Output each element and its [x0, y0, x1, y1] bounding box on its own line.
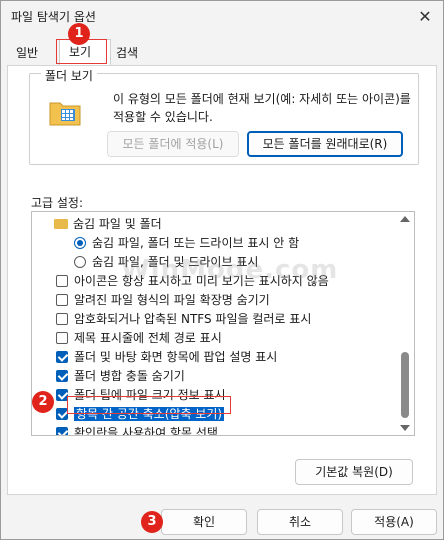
reset-folders-button[interactable]: 모든 폴더를 원래대로(R)	[247, 131, 403, 157]
checkbox-use-checkboxes[interactable]: 확인란을 사용하여 항목 선택	[56, 424, 218, 436]
folder-view-description: 이 유형의 모든 폴더에 현재 보기(예: 자세히 또는 아이콘)를 적용할 수…	[113, 92, 411, 124]
checkbox[interactable]	[56, 313, 68, 325]
checkbox[interactable]	[56, 275, 68, 287]
step-badge-2: 2	[32, 391, 54, 413]
checkbox-label: 제목 표시줄에 전체 경로 표시	[74, 331, 222, 345]
row-highlight-box	[67, 396, 231, 414]
checkbox[interactable]	[56, 294, 68, 306]
checkbox-checked[interactable]	[56, 351, 68, 363]
folder-view-icon	[49, 102, 81, 126]
checkbox-hide-extensions[interactable]: 알려진 파일 형식의 파일 확장명 숨기기	[56, 291, 270, 309]
tree-item-hidden-files-folder: 숨김 파일 및 폴더	[54, 215, 162, 233]
tree-item-label: 숨김 파일 및 폴더	[73, 217, 162, 231]
step-badge-3: 3	[141, 511, 163, 533]
tab-general[interactable]: 일반	[7, 41, 53, 65]
checkbox-label: 확인란을 사용하여 항목 선택	[74, 426, 218, 436]
checkbox-label: 알려진 파일 형식의 파일 확장명 숨기기	[74, 293, 270, 307]
radio-label: 숨김 파일, 폴더 또는 드라이브 표시 안 함	[92, 236, 300, 250]
close-icon[interactable]: ✕	[415, 7, 435, 27]
scroll-up-arrow-icon[interactable]	[400, 216, 410, 222]
checkbox-checked[interactable]	[56, 427, 68, 435]
radio-dont-show-hidden[interactable]: 숨김 파일, 폴더 또는 드라이브 표시 안 함	[74, 234, 299, 252]
window-title: 파일 탐색기 옵션	[11, 10, 96, 24]
vertical-scrollbar[interactable]	[396, 212, 414, 435]
step-badge-1: 1	[68, 23, 90, 45]
checkbox-hide-merge-conflicts[interactable]: 폴더 병합 충돌 숨기기	[56, 367, 185, 385]
checkbox-checked[interactable]	[56, 370, 68, 382]
scroll-down-arrow-icon[interactable]	[400, 425, 410, 431]
file-explorer-options-dialog: 파일 탐색기 옵션 ✕ 일반 보기 검색 폴더 보기 이 유형의 모든 폴더에 …	[0, 0, 444, 540]
apply-button[interactable]: 적용(A)	[351, 509, 437, 535]
ok-button[interactable]: 확인	[161, 509, 247, 535]
title-bar[interactable]: 파일 탐색기 옵션 ✕	[1, 1, 443, 33]
radio-button-selected[interactable]	[74, 237, 86, 249]
cancel-button[interactable]: 취소	[257, 509, 343, 535]
tab-search[interactable]: 검색	[107, 41, 155, 65]
checkbox-label: 폴더 및 바탕 화면 항목에 팝업 설명 표시	[74, 350, 278, 364]
folder-icon	[54, 219, 68, 229]
watermark: WinMode.com	[121, 255, 339, 285]
folder-view-group-label: 폴더 보기	[41, 67, 97, 84]
checkbox-label: 폴더 병합 충돌 숨기기	[74, 369, 185, 383]
apply-to-folders-button[interactable]: 모든 폴더에 적용(L)	[107, 131, 239, 157]
restore-defaults-button[interactable]: 기본값 복원(D)	[295, 459, 413, 485]
checkbox-color-ntfs[interactable]: 암호화되거나 압축된 NTFS 파일을 컬러로 표시	[56, 310, 311, 328]
radio-button[interactable]	[74, 256, 86, 268]
checkbox-full-path-title[interactable]: 제목 표시줄에 전체 경로 표시	[56, 329, 222, 347]
scroll-thumb[interactable]	[401, 352, 409, 418]
checkbox-label: 암호화되거나 압축된 NTFS 파일을 컬러로 표시	[74, 312, 312, 326]
checkbox[interactable]	[56, 332, 68, 344]
checkbox-popup-description[interactable]: 폴더 및 바탕 화면 항목에 팝업 설명 표시	[56, 348, 277, 366]
advanced-settings-label: 고급 설정:	[31, 196, 84, 210]
